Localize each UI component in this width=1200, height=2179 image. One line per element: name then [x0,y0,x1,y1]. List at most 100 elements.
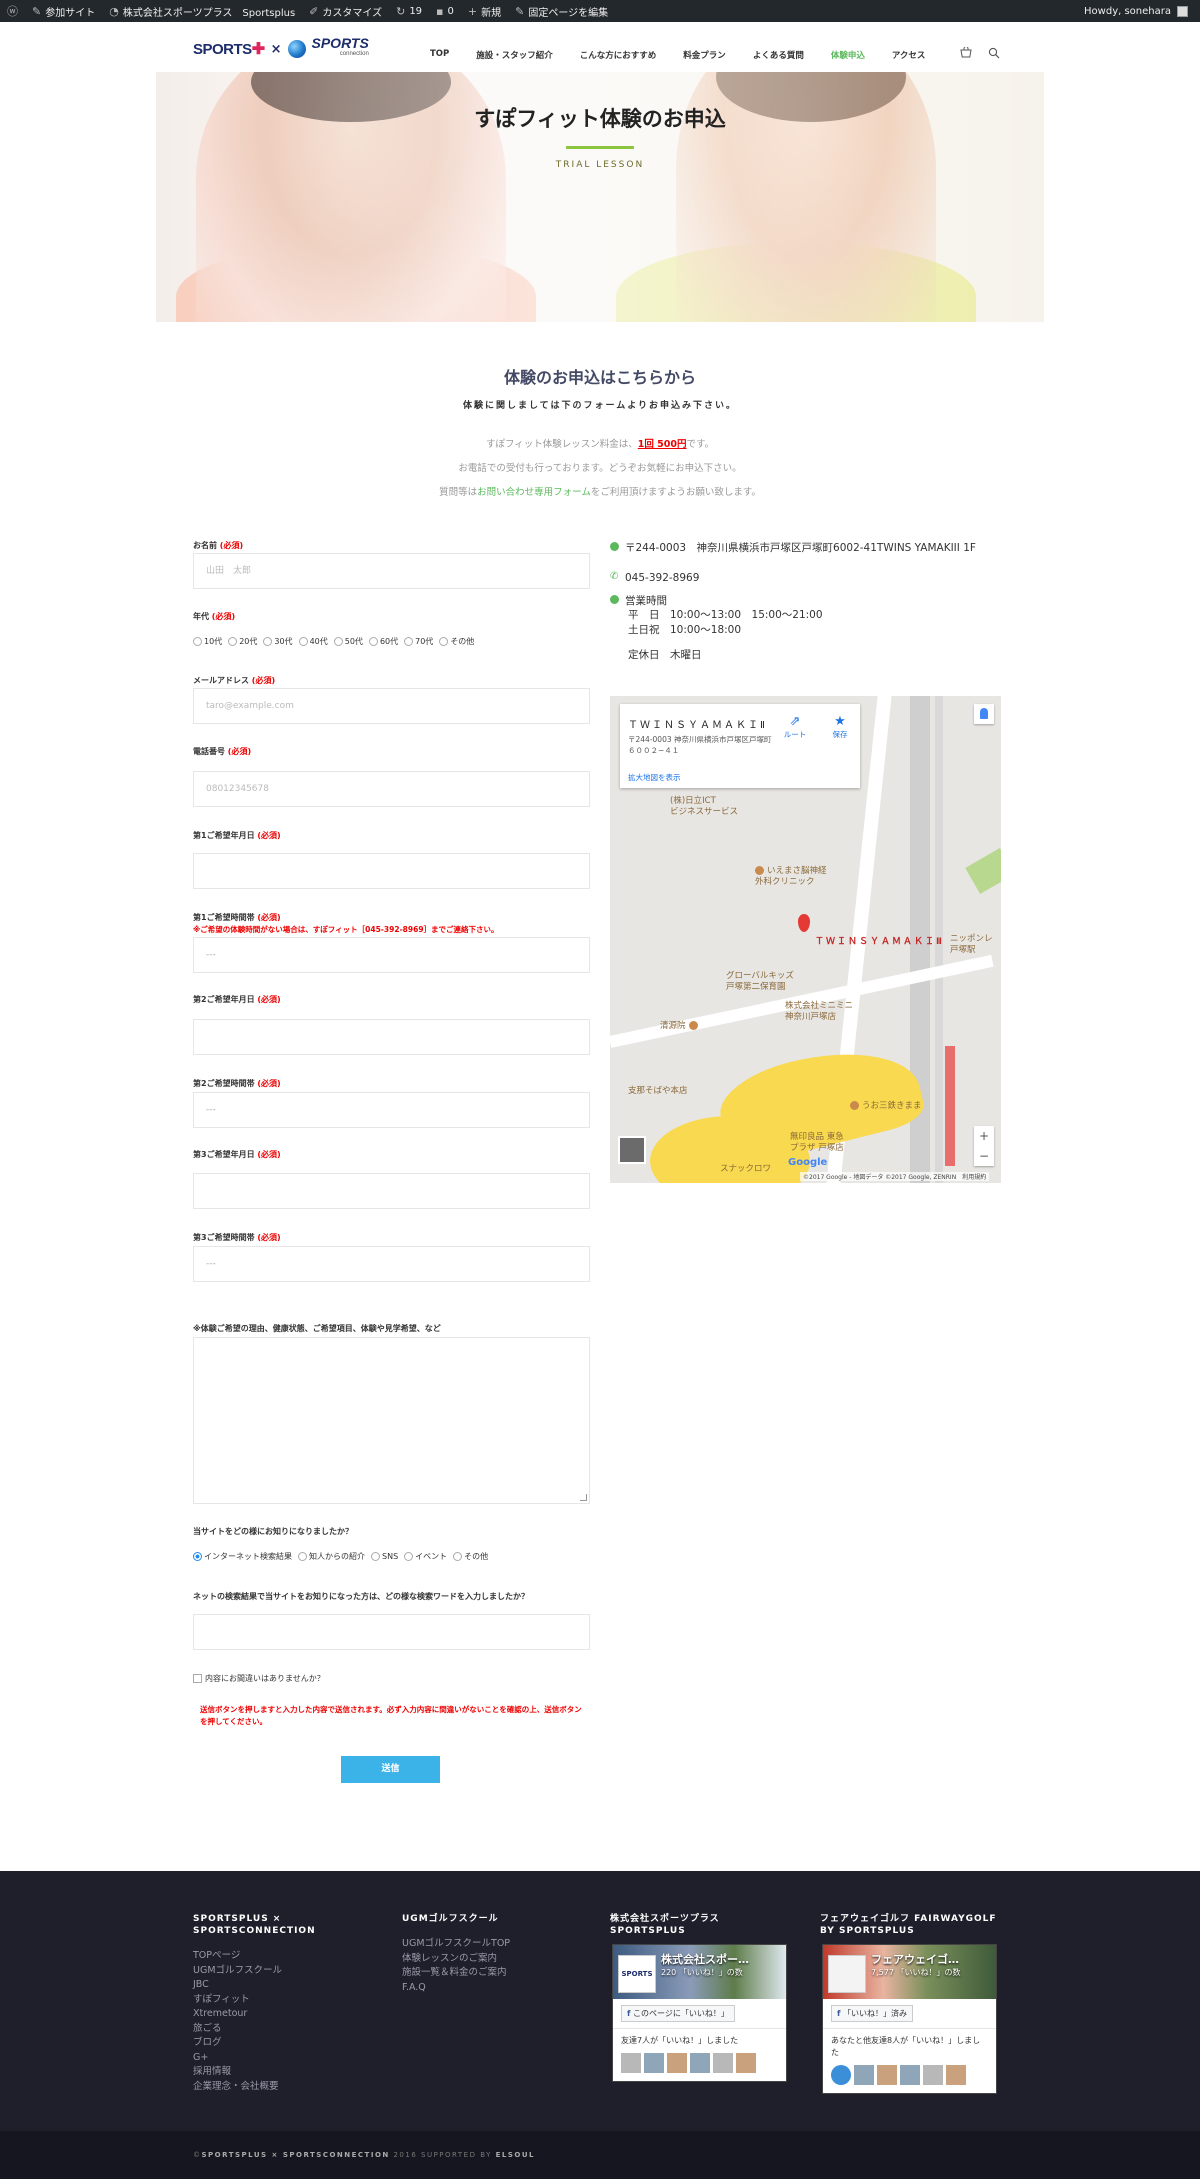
time1-select[interactable]: --- [193,937,590,973]
admin-updates[interactable]: ↻ 19 [389,0,429,22]
admin-my-sites[interactable]: ✎ 参加サイト [25,0,102,22]
nav-item-faq[interactable]: よくある質問 [753,49,804,61]
footer-link[interactable]: 体験レッスンのご案内 [402,1952,582,1967]
admin-account[interactable]: Howdy, sonehara [1084,5,1200,17]
footer-link[interactable]: G+ [193,2051,373,2066]
nav-item-trial[interactable]: 体験申込 [831,49,865,61]
sites-icon: ✎ [32,4,42,18]
age-radio-70[interactable]: 70代 [404,636,433,647]
map-route-button[interactable]: ⇗ ルート [780,714,810,740]
cart-icon[interactable] [960,47,972,58]
street-view-icon[interactable] [974,704,994,724]
time3-label: 第3ご希望時間帯 (必須) [193,1233,281,1242]
section-title: 体験のお申込はこちらから [503,368,696,387]
facebook-widget-fairway[interactable]: フェアウェイゴ… 7,577 「いいね！」の数 f 「いいね！」済み あなたと他… [822,1944,997,2094]
satellite-toggle[interactable] [618,1136,646,1164]
footer-link[interactable]: F.A.Q [402,1981,582,1996]
message-textarea[interactable] [193,1337,590,1504]
zoom-out-icon[interactable]: − [974,1146,994,1166]
site-logo[interactable]: SPORTS✚ × SPORTS connection [193,36,369,60]
footer-link[interactable]: 施設一覧＆料金のご案内 [402,1966,582,1981]
date2-field[interactable] [193,1019,590,1055]
facebook-friend-faces [613,2051,786,2081]
nav-item-top[interactable]: TOP [430,49,449,61]
date1-field[interactable] [193,853,590,889]
map-poi[interactable]: うお三鉄きまま [850,1101,922,1112]
name-field[interactable]: 山田 太郎 [193,553,590,589]
map-poi[interactable]: 支那そばや本店 [628,1086,688,1097]
footer-link[interactable]: UGMゴルフスクールTOP [402,1937,582,1952]
nav-item-facilities[interactable]: 施設・スタッフ紹介 [476,49,553,61]
submit-button[interactable]: 送信 [341,1756,440,1783]
hours-details: 平 日 10:00〜13:00 15:00〜21:00 土日祝 10:00〜18… [628,609,823,661]
nav-item-access[interactable]: アクセス [892,49,926,61]
map-poi[interactable]: 無印良品 東急 プラザ 戸塚店 [790,1132,844,1154]
time3-select[interactable]: --- [193,1246,590,1282]
date2-label: 第2ご希望年月日 (必須) [193,995,281,1004]
map-poi[interactable]: グローバルキッズ 戸塚第二保育園 [726,971,794,993]
footer-link[interactable]: TOPページ [193,1949,373,1964]
age-radio-other[interactable]: その他 [439,636,474,647]
wordpress-logo-icon[interactable]: ⓦ [0,0,25,22]
admin-site-name[interactable]: ◔ 株式会社スポーツプラス Sportsplus [102,0,302,22]
age-radio-40[interactable]: 40代 [298,636,328,647]
google-map[interactable]: (株)日立ICT ビジネスサービス いえまさ脳神経 外科クリニック グローバルキッズ… [610,696,1001,1183]
map-enlarge-link[interactable]: 拡大地図を表示 [628,772,681,783]
footer-link[interactable]: JBC [193,1978,373,1993]
admin-new[interactable]: + 新規 [461,0,508,22]
footer-link[interactable]: UGMゴルフスクール [193,1964,373,1979]
map-marker-icon[interactable] [798,914,810,932]
age-radio-30[interactable]: 30代 [263,636,293,647]
facebook-liked-button[interactable]: f 「いいね！」済み [831,2005,914,2022]
age-radio-20[interactable]: 20代 [228,636,257,647]
footer-link[interactable]: ブログ [193,2036,373,2051]
age-radio-60[interactable]: 60代 [368,636,398,647]
age-radio-10[interactable]: 10代 [193,636,222,647]
footer-link[interactable]: すぽフィット [193,1993,373,2008]
admin-edit-page[interactable]: ✎ 固定ページを編集 [508,0,615,22]
map-poi[interactable]: いえまさ脳神経 外科クリニック [755,866,827,888]
tel-field[interactable]: 08012345678 [193,771,590,807]
map-poi[interactable]: 清源院 [660,1021,701,1032]
admin-comments[interactable]: ▪ 0 [429,0,461,22]
map-poi[interactable]: 株式会社ミニミニ 神奈川戸塚店 [785,1001,853,1023]
source-radio-referral[interactable]: 知人からの紹介 [298,1551,365,1562]
footer-link[interactable]: Xtremetour [193,2007,373,2022]
time1-label: 第1ご希望時間帯 (必須) [193,913,281,922]
source-radio-other[interactable]: その他 [453,1551,488,1562]
source-radio-internet[interactable]: インターネット検索結果 [193,1551,292,1562]
nav-item-recommend[interactable]: こんな方におすすめ [580,49,657,61]
contact-form-link[interactable]: お問い合わせ専用フォーム [477,487,591,498]
zoom-in-icon[interactable]: + [974,1126,994,1146]
map-place-name: ＴＷＩＮＳＹＡＭＡＫＩⅡ [628,720,767,731]
map-zoom-control[interactable]: + − [974,1126,994,1166]
source-radio-event[interactable]: イベント [404,1551,447,1562]
date3-field[interactable] [193,1173,590,1209]
map-poi[interactable]: (株)日立ICT ビジネスサービス [670,796,738,818]
price-highlight: 1回 500円 [637,439,687,450]
plus-icon: + [467,4,478,18]
confirm-checkbox[interactable]: 内容にお間違いはありませんか？ [193,1673,325,1684]
time2-select[interactable]: --- [193,1092,590,1128]
facebook-icon: f [627,2009,631,2018]
search-icon[interactable] [988,47,1000,59]
footer-link[interactable]: 採用情報 [193,2065,373,2080]
footer-link[interactable]: 旅ごる [193,2022,373,2037]
age-radio-50[interactable]: 50代 [333,636,363,647]
source-radio-sns[interactable]: SNS [371,1551,398,1562]
map-poi[interactable]: ニッポンレ 戸塚駅 [950,934,993,956]
hours-title: 営業時間 [610,593,667,608]
facebook-widget-sportsplus[interactable]: SPORTS 株式会社スポー… 220 「いいね！」の数 f このページに「いい… [612,1944,787,2082]
map-save-button[interactable]: ★ 保存 [825,714,855,740]
admin-customize[interactable]: ✐ カスタマイズ [302,0,389,22]
footer-col-sportsplus: SPORTSPLUS × SPORTSCONNECTION TOPページ UGM… [193,1913,373,2094]
facebook-like-button[interactable]: f このページに「いいね！」 [621,2005,735,2022]
map-poi[interactable]: スナックロワ [720,1164,771,1175]
contact-note: 質問等はお問い合わせ専用フォームをご利用頂けますようお願い致します。 [439,487,761,498]
email-field[interactable]: taro@example.com [193,688,590,724]
keyword-field[interactable] [193,1614,590,1650]
nav-item-pricing[interactable]: 料金プラン [683,49,726,61]
footer-link[interactable]: 企業理念・会社概要 [193,2080,373,2095]
footer-col-ugm: UGMゴルフスクール UGMゴルフスクールTOP 体験レッスンのご案内 施設一覧… [402,1913,582,1995]
admin-bar: ⓦ ✎ 参加サイト ◔ 株式会社スポーツプラス Sportsplus ✐ カスタマイズ… [0,0,1200,22]
